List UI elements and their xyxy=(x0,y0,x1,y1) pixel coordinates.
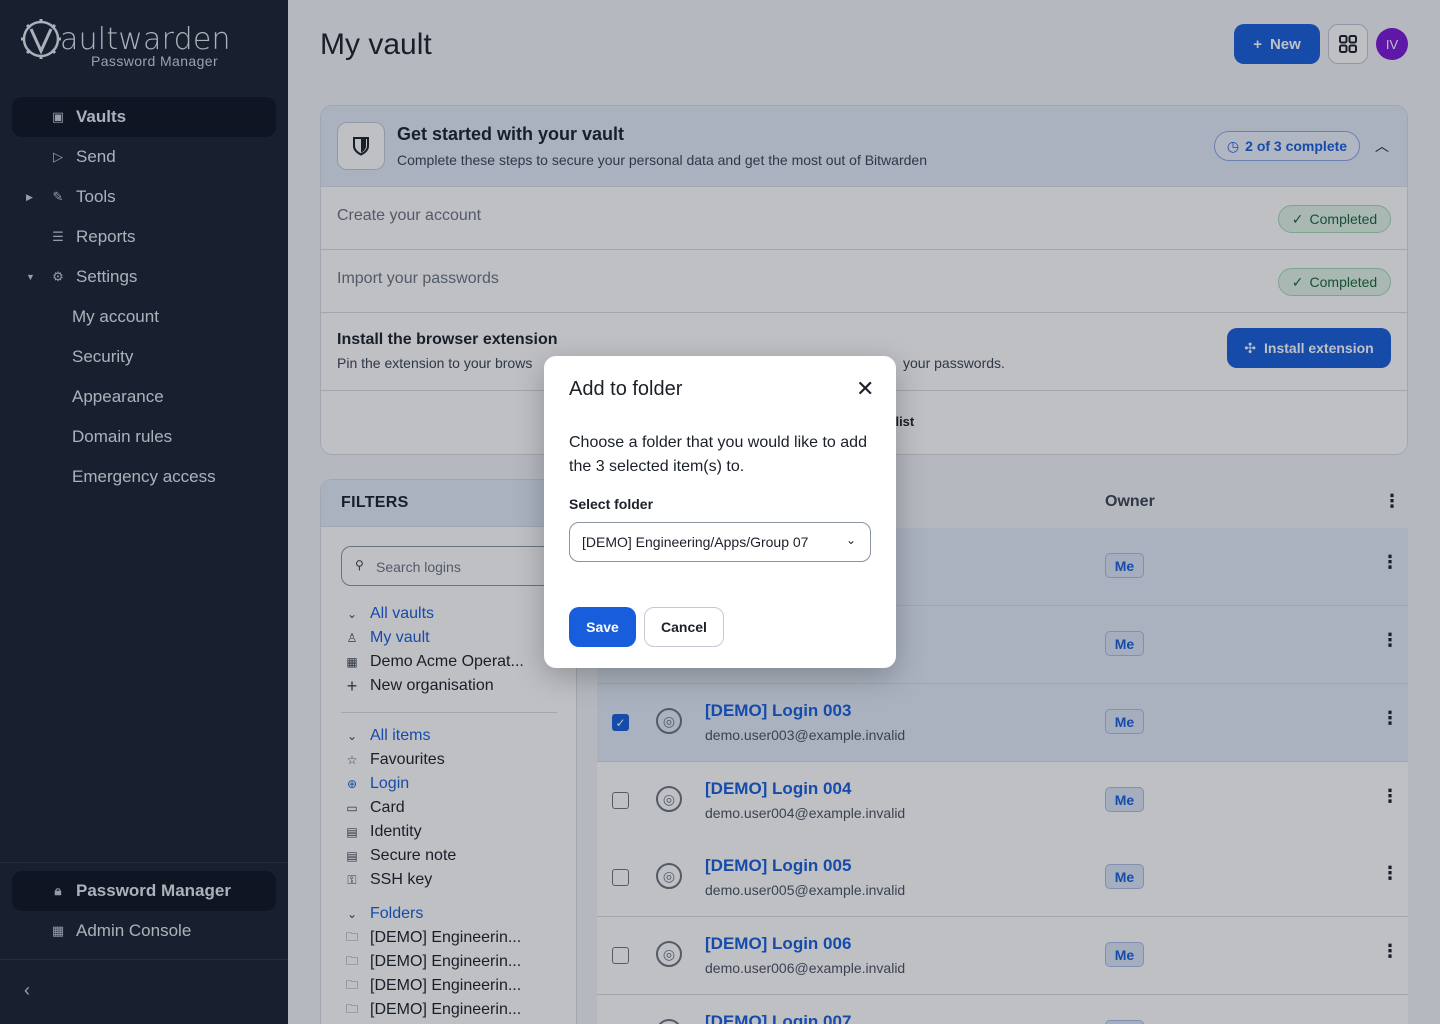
select-folder-label: Select folder xyxy=(569,496,654,512)
dialog-title: Add to folder xyxy=(569,378,683,400)
chevron-down-icon: ⌄ xyxy=(846,533,857,547)
dialog-description: Choose a folder that you would like to a… xyxy=(569,434,867,475)
folder-select[interactable]: [DEMO] Engineering/Apps/Group 07 ⌄ xyxy=(569,522,871,562)
cancel-button[interactable]: Cancel xyxy=(644,607,724,647)
folder-select-value: [DEMO] Engineering/Apps/Group 07 xyxy=(582,534,809,550)
close-icon[interactable]: ✕ xyxy=(856,376,874,402)
add-to-folder-dialog: Add to folder ✕ Choose a folder that you… xyxy=(544,356,896,668)
save-button[interactable]: Save xyxy=(569,607,636,647)
